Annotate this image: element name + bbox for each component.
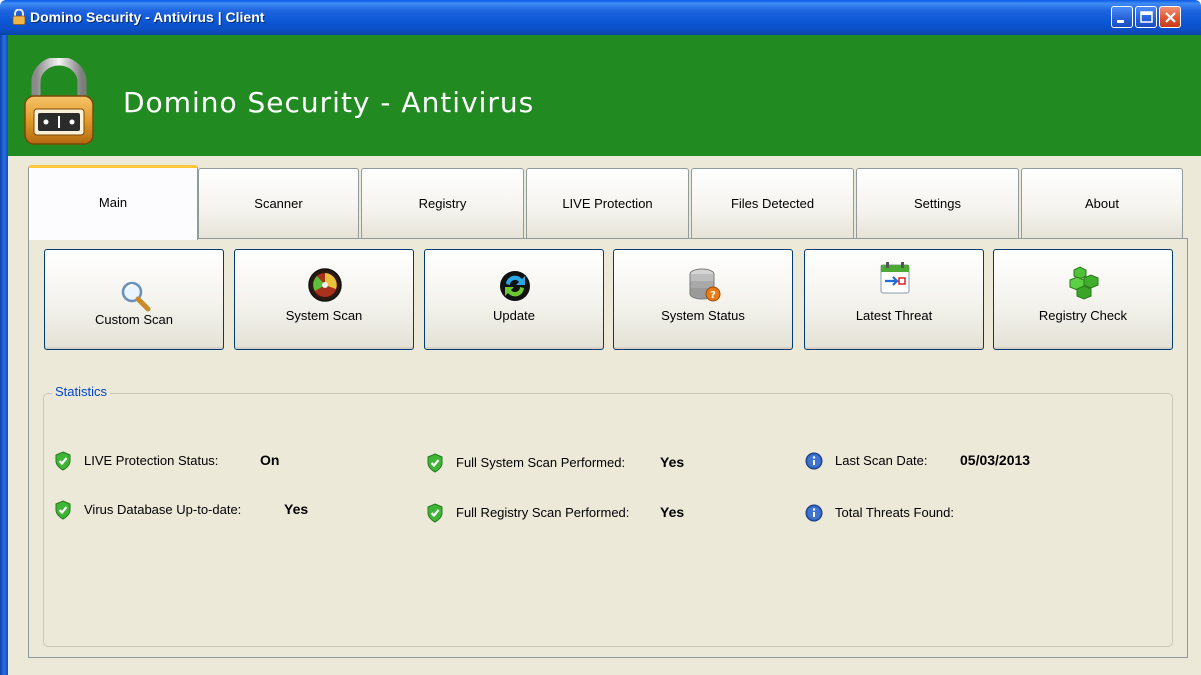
tab-live-protection[interactable]: LIVE Protection xyxy=(526,168,689,238)
button-label: Custom Scan xyxy=(94,312,174,327)
padlock-icon xyxy=(24,58,94,145)
info-icon xyxy=(805,452,823,470)
statistics-group xyxy=(43,393,1173,647)
stat-value: Yes xyxy=(660,504,685,520)
green-shield-check-icon xyxy=(55,451,71,471)
close-icon xyxy=(1165,12,1176,23)
window-title: Domino Security - Antivirus | Client xyxy=(30,9,265,25)
stat-label: Last Scan Date: xyxy=(835,453,928,468)
update-button[interactable]: Update xyxy=(424,249,604,350)
tab-label: Files Detected xyxy=(730,196,815,211)
green-shield-check-icon xyxy=(427,453,443,473)
tab-registry[interactable]: Registry xyxy=(361,168,524,238)
title-bar[interactable]: Domino Security - Antivirus | Client xyxy=(0,0,1201,35)
stat-value: Yes xyxy=(660,454,685,470)
button-label: Update xyxy=(493,308,535,323)
info-icon xyxy=(805,504,823,522)
button-label: Latest Threat xyxy=(855,308,933,323)
statistics-title: Statistics xyxy=(52,384,111,399)
system-scan-button[interactable]: System Scan xyxy=(234,249,414,350)
tab-label: Registry xyxy=(418,196,467,211)
svg-text:?: ? xyxy=(710,290,716,301)
close-button[interactable] xyxy=(1159,6,1181,28)
tab-settings[interactable]: Settings xyxy=(856,168,1019,238)
stat-value: On xyxy=(260,452,280,468)
tab-about[interactable]: About xyxy=(1021,168,1183,238)
maximize-icon xyxy=(1140,11,1153,23)
tab-main[interactable]: Main xyxy=(28,165,198,240)
radar-icon xyxy=(308,268,342,302)
app-title: Domino Security - Antivirus xyxy=(123,86,535,119)
tab-scanner[interactable]: Scanner xyxy=(198,168,359,238)
tab-label: Settings xyxy=(914,196,961,211)
tab-files-detected[interactable]: Files Detected xyxy=(691,168,854,238)
tab-label: About xyxy=(1085,196,1119,211)
button-label: Registry Check xyxy=(1038,308,1128,323)
registry-check-button[interactable]: Registry Check xyxy=(993,249,1173,350)
system-status-button[interactable]: ? System Status xyxy=(613,249,793,350)
stat-value: 05/03/2013 xyxy=(960,452,1031,468)
stat-label: LIVE Protection Status: xyxy=(84,453,219,468)
tab-label: LIVE Protection xyxy=(562,196,653,211)
stat-label: Full Registry Scan Performed: xyxy=(456,505,630,520)
latest-threat-button[interactable]: Latest Threat xyxy=(804,249,984,350)
button-label: System Scan xyxy=(285,308,363,323)
stat-label: Virus Database Up-to-date: xyxy=(84,502,242,517)
button-label: System Status xyxy=(661,308,745,323)
calendar-arrow-icon xyxy=(880,262,910,294)
green-cubes-icon xyxy=(1069,266,1099,300)
tab-label: Main xyxy=(98,195,128,210)
stat-label: Full System Scan Performed: xyxy=(456,455,626,470)
refresh-globe-icon xyxy=(500,271,530,301)
stat-value: Yes xyxy=(284,501,309,517)
tab-label: Scanner xyxy=(254,196,303,211)
magnifier-icon xyxy=(121,281,151,312)
custom-scan-button[interactable]: Custom Scan xyxy=(44,249,224,350)
green-shield-check-icon xyxy=(427,503,443,523)
padlock-icon xyxy=(12,9,26,25)
maximize-button[interactable] xyxy=(1135,6,1157,28)
minimize-icon xyxy=(1117,20,1124,23)
green-shield-check-icon xyxy=(55,500,71,520)
window-frame xyxy=(0,35,8,675)
minimize-button[interactable] xyxy=(1111,6,1133,28)
stat-label: Total Threats Found: xyxy=(835,505,954,520)
database-help-icon: ? xyxy=(689,268,721,302)
